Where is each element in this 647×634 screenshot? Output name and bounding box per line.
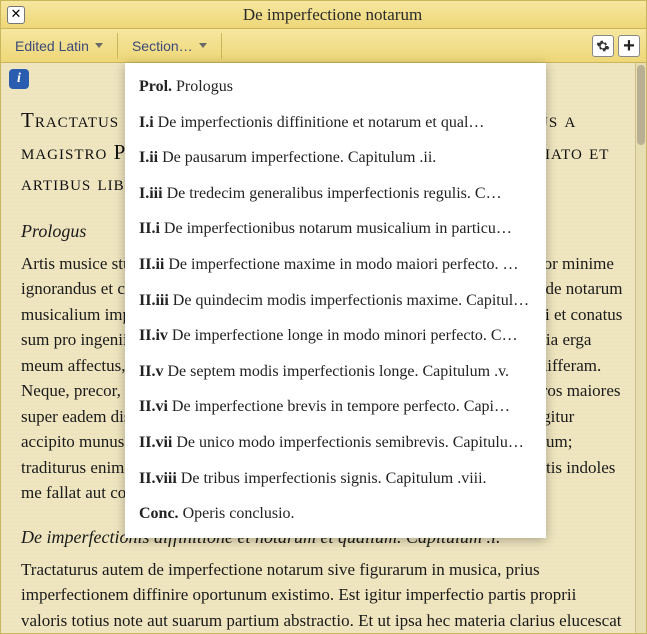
section-num: Conc. bbox=[139, 505, 179, 522]
section-num: II.v bbox=[139, 363, 163, 380]
section-label: Operis conclusio. bbox=[183, 505, 295, 522]
window-root: ✕ De imperfectione notarum Edited Latin … bbox=[0, 0, 647, 634]
section-menu-item[interactable]: I.iii De tredecim generalibus imperfecti… bbox=[125, 176, 546, 212]
section-label: De tribus imperfectionis signis. Capitul… bbox=[181, 470, 487, 487]
section-menu-item[interactable]: II.ii De imperfectione maxime in modo ma… bbox=[125, 247, 546, 283]
section-num: II.iv bbox=[139, 327, 168, 344]
section-label: De tredecim generalibus imperfectionis r… bbox=[167, 185, 502, 202]
section-menu-item[interactable]: II.viii De tribus imperfectionis signis.… bbox=[125, 461, 546, 497]
section-menu-item[interactable]: II.iv De imperfectione longe in modo min… bbox=[125, 318, 546, 354]
section-num: Prol. bbox=[139, 78, 172, 95]
toolbar-divider bbox=[221, 33, 222, 59]
section-label: De quindecim modis imperfectionis maxime… bbox=[173, 292, 529, 309]
section-num: II.vii bbox=[139, 434, 172, 451]
section-label: De unico modo imperfectionis semibrevis.… bbox=[176, 434, 524, 451]
section-dropdown[interactable]: Section… bbox=[124, 34, 215, 58]
settings-button[interactable] bbox=[592, 35, 614, 57]
titlebar: ✕ De imperfectione notarum bbox=[1, 1, 646, 29]
scrollbar[interactable] bbox=[635, 63, 646, 633]
section-num: II.ii bbox=[139, 256, 164, 273]
window-title: De imperfectione notarum bbox=[25, 5, 640, 25]
section-num: II.iii bbox=[139, 292, 169, 309]
section-num: II.i bbox=[139, 220, 160, 237]
section-label: De septem modis imperfectionis longe. Ca… bbox=[167, 363, 509, 380]
add-button[interactable]: + bbox=[618, 35, 640, 57]
toolbar-divider bbox=[117, 33, 118, 59]
close-button[interactable]: ✕ bbox=[7, 6, 25, 24]
section-menu-item[interactable]: I.i De imperfectionis diffinitione et no… bbox=[125, 105, 546, 141]
section-dropdown-label: Section… bbox=[132, 38, 193, 54]
section-label: De imperfectione brevis in tempore perfe… bbox=[172, 398, 510, 415]
section-menu: Prol. Prologus I.i De imperfectionis dif… bbox=[125, 63, 546, 538]
section-label: De imperfectionis diffinitione et notaru… bbox=[158, 114, 485, 131]
section-label: De pausarum imperfectione. Capitulum .ii… bbox=[162, 149, 436, 166]
section-num: II.viii bbox=[139, 470, 177, 487]
chevron-down-icon bbox=[95, 43, 103, 48]
section-menu-item[interactable]: II.iii De quindecim modis imperfectionis… bbox=[125, 283, 546, 319]
chevron-down-icon bbox=[199, 43, 207, 48]
section-label: Prologus bbox=[176, 78, 233, 95]
view-dropdown-label: Edited Latin bbox=[15, 38, 89, 54]
view-dropdown[interactable]: Edited Latin bbox=[7, 34, 111, 58]
section-menu-item[interactable]: Conc. Operis conclusio. bbox=[125, 496, 546, 532]
section-num: I.iii bbox=[139, 185, 163, 202]
section-menu-item[interactable]: II.vi De imperfectione brevis in tempore… bbox=[125, 389, 546, 425]
section-menu-item[interactable]: II.i De imperfectionibus notarum musical… bbox=[125, 211, 546, 247]
section-label: De imperfectione longe in modo minori pe… bbox=[172, 327, 518, 344]
section-num: II.vi bbox=[139, 398, 168, 415]
body-paragraph: Tractaturus autem de imperfectione notar… bbox=[21, 557, 626, 634]
scrollbar-thumb[interactable] bbox=[637, 65, 645, 145]
section-label: De imperfectione maxime in modo maiori p… bbox=[168, 256, 518, 273]
section-num: I.ii bbox=[139, 149, 158, 166]
toolbar: Edited Latin Section… + bbox=[1, 29, 646, 63]
info-icon[interactable]: i bbox=[9, 69, 29, 89]
section-menu-item[interactable]: I.ii De pausarum imperfectione. Capitulu… bbox=[125, 140, 546, 176]
section-menu-item[interactable]: Prol. Prologus bbox=[125, 69, 546, 105]
section-label: De imperfectionibus notarum musicalium i… bbox=[164, 220, 512, 237]
section-num: I.i bbox=[139, 114, 154, 131]
section-menu-item[interactable]: II.v De septem modis imperfectionis long… bbox=[125, 354, 546, 390]
section-menu-item[interactable]: II.vii De unico modo imperfectionis semi… bbox=[125, 425, 546, 461]
gear-icon bbox=[596, 39, 610, 53]
